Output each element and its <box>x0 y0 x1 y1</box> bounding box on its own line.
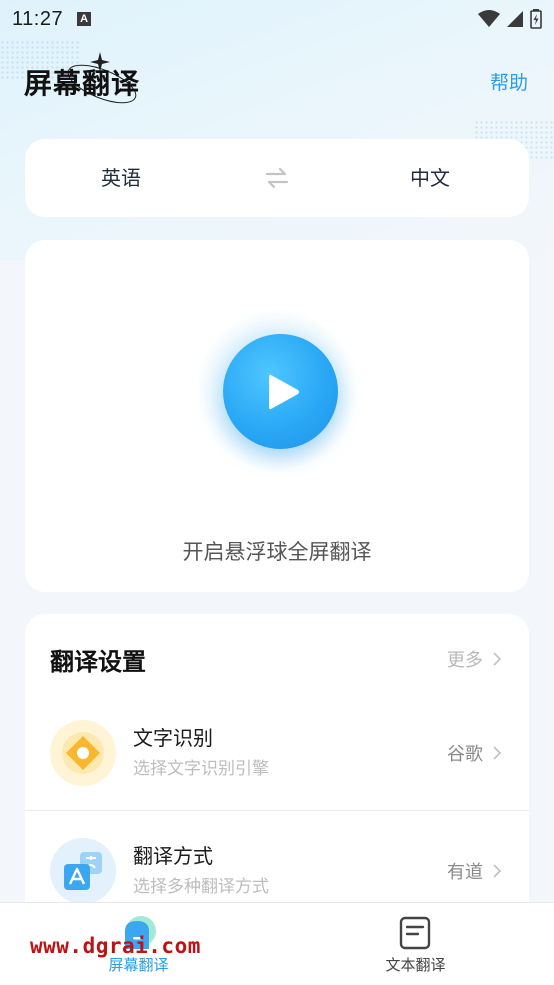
swap-languages-icon[interactable] <box>265 166 289 190</box>
start-floating-ball-button[interactable] <box>223 334 338 449</box>
language-selector: 英语 中文 <box>25 139 529 217</box>
setting-description: 选择文字识别引擎 <box>133 759 269 779</box>
document-icon <box>399 916 431 950</box>
setting-name: 翻译方式 <box>133 844 213 868</box>
status-indicators <box>478 9 542 29</box>
translation-mode-icon <box>50 838 116 904</box>
row-divider <box>25 810 529 811</box>
notification-icon: A <box>77 12 92 26</box>
setting-value-label: 有道 <box>447 862 483 883</box>
setting-value-label: 谷歌 <box>447 744 483 765</box>
floating-ball-card: 开启悬浮球全屏翻译 <box>25 240 529 592</box>
chevron-right-icon <box>493 746 501 760</box>
help-link[interactable]: 帮助 <box>490 68 528 95</box>
signal-icon <box>507 11 523 27</box>
watermark-text: www.dgrai.com <box>30 934 201 958</box>
wifi-icon <box>478 10 500 27</box>
header-background <box>0 0 554 260</box>
status-bar: 11:27 A <box>0 0 554 38</box>
source-language-button[interactable]: 英语 <box>101 139 141 217</box>
chevron-right-icon <box>493 864 501 878</box>
tab-label: 文本翻译 <box>385 956 446 974</box>
tab-text-translate[interactable]: 文本翻译 <box>277 903 554 985</box>
setting-name: 文字识别 <box>133 726 213 750</box>
app-title: 屏幕翻译 <box>24 67 141 100</box>
settings-title: 翻译设置 <box>50 648 146 676</box>
setting-value: 谷歌 <box>447 740 501 766</box>
battery-icon <box>530 9 542 29</box>
chevron-right-icon <box>493 652 501 666</box>
setting-value: 有道 <box>447 858 501 884</box>
target-icon <box>62 732 104 774</box>
text-recognition-icon <box>50 720 116 786</box>
more-settings-link[interactable]: 更多 <box>447 646 501 672</box>
setting-description: 选择多种翻译方式 <box>133 877 269 897</box>
translate-icon <box>64 852 102 890</box>
target-language-button[interactable]: 中文 <box>410 139 450 217</box>
translation-settings-card: 翻译设置 更多 文字识别 选择文字识别引擎 谷歌 翻译方式 选择多种翻译方式 有… <box>25 614 529 914</box>
play-icon <box>269 374 299 410</box>
setting-row-text-recognition[interactable]: 文字识别 选择文字识别引擎 谷歌 <box>25 698 529 808</box>
more-label: 更多 <box>447 650 483 671</box>
floating-ball-label: 开启悬浮球全屏翻译 <box>182 540 372 564</box>
status-time: 11:27 <box>12 7 64 30</box>
